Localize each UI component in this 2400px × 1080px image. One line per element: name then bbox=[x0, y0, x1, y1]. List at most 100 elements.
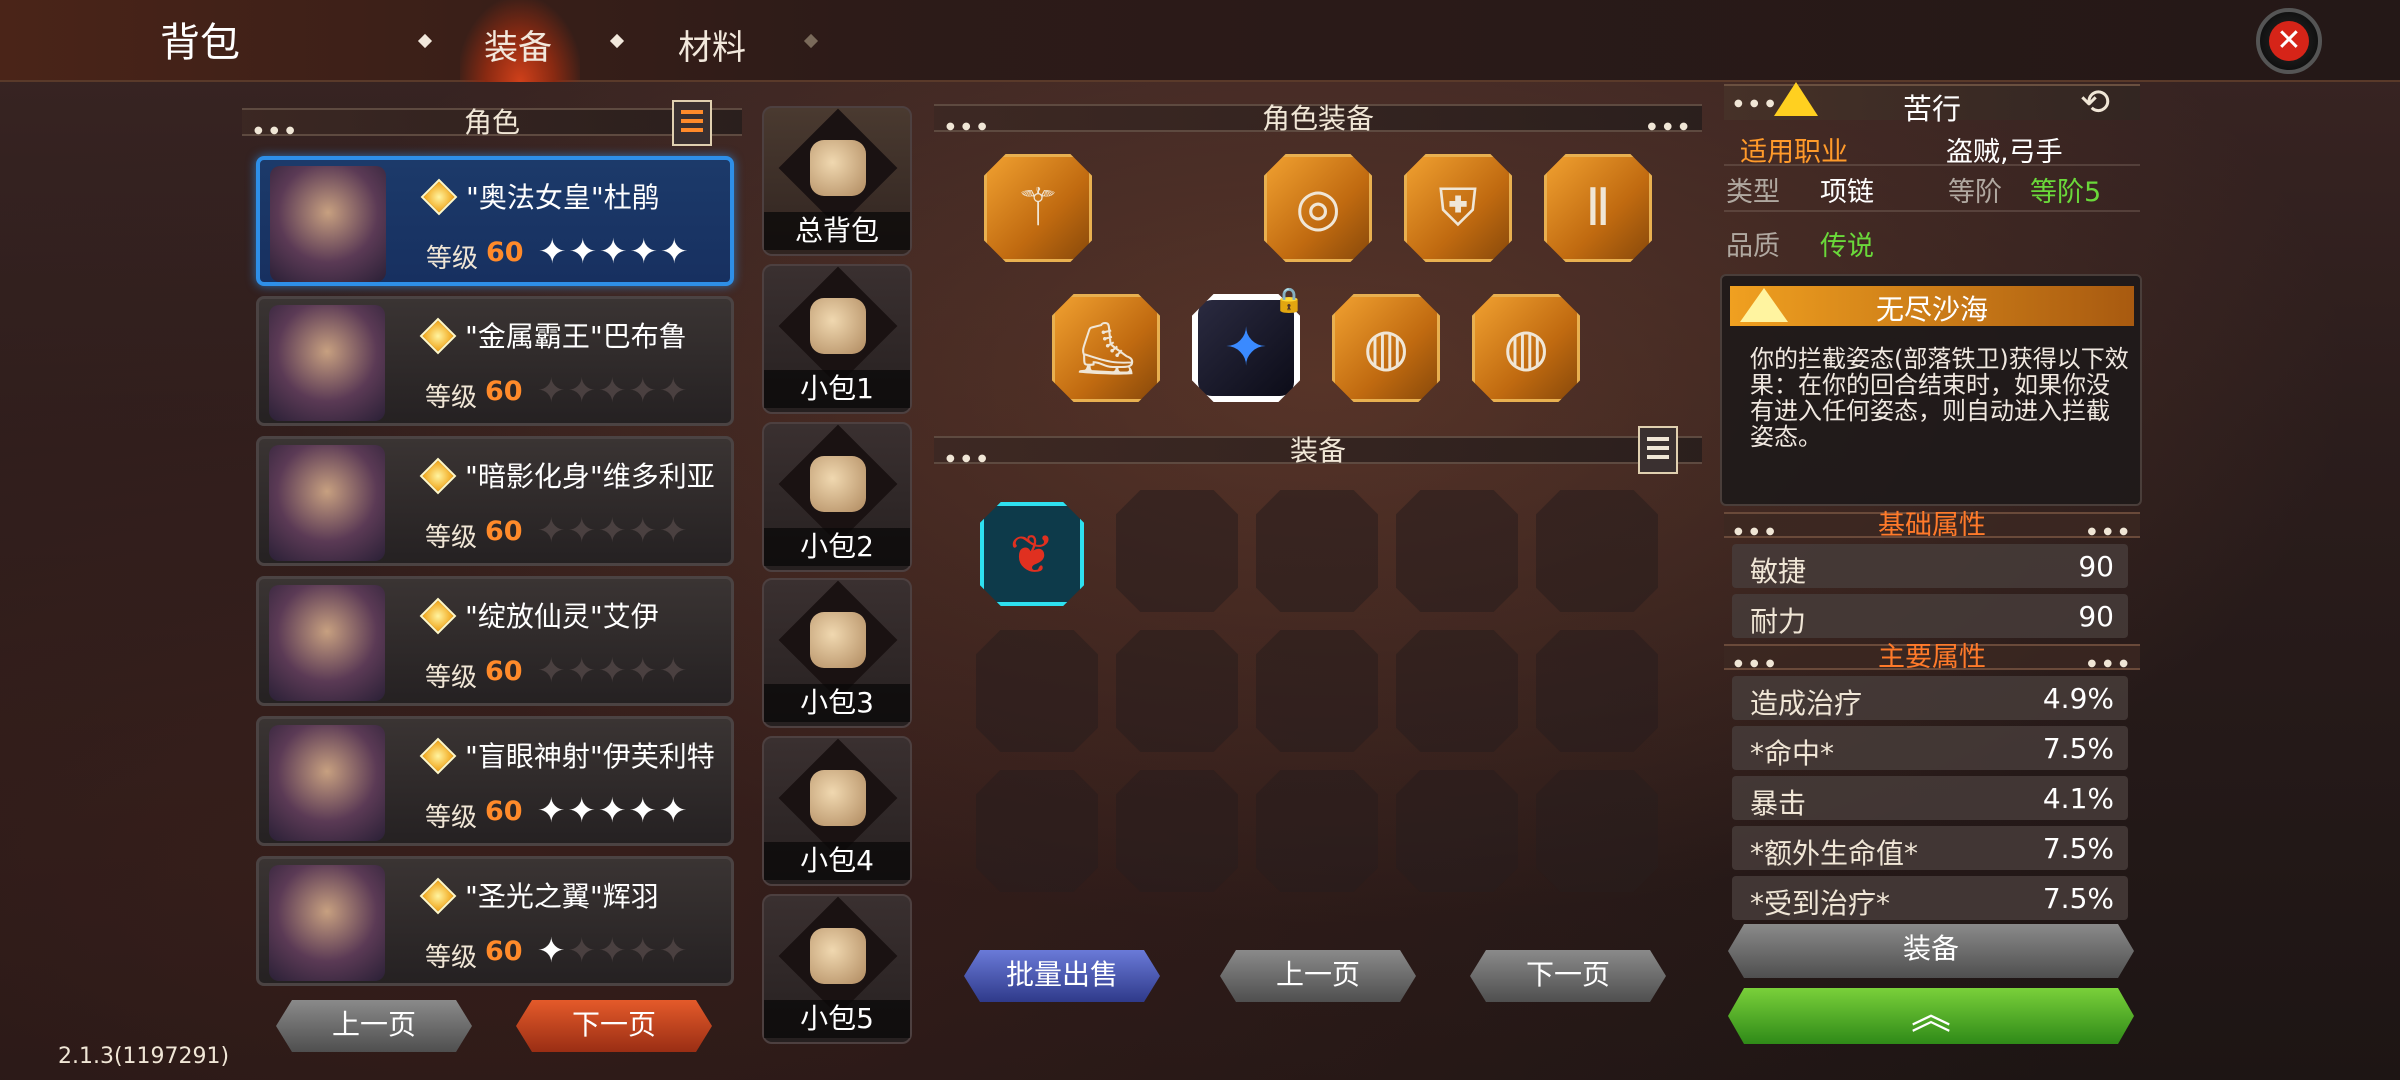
tier-label: 等阶 bbox=[1948, 177, 2002, 208]
roles-next-page-button[interactable]: 下一页 bbox=[516, 1000, 712, 1052]
equipment-slot[interactable]: ⚚ bbox=[984, 154, 1092, 262]
star-icon: ✦ bbox=[659, 511, 690, 551]
main-attributes-title: 主要属性 bbox=[1878, 642, 1986, 673]
grid-next-page-button[interactable]: 下一页 bbox=[1470, 950, 1666, 1002]
equipment-slot[interactable]: ⛸ bbox=[1052, 294, 1160, 402]
tab-equipment[interactable]: 装备 bbox=[484, 20, 552, 69]
star-icon: ✦ bbox=[598, 651, 629, 691]
attribute-name: 耐力 bbox=[1750, 605, 1807, 638]
star-icon: ✦ bbox=[537, 371, 568, 411]
character-card[interactable]: "奥法女皇"杜鹃 等级 60 ✦✦✦✦✦ bbox=[256, 156, 734, 286]
swap-icon[interactable]: ⟲ bbox=[2080, 82, 2110, 123]
star-rating: ✦✦✦✦✦ bbox=[538, 232, 691, 272]
attribute-name: *额外生命值* bbox=[1750, 837, 1919, 870]
level-label: 等级 bbox=[425, 383, 478, 413]
equip-button[interactable]: 装备 bbox=[1728, 924, 2134, 978]
bag-label: 小包4 bbox=[764, 842, 910, 880]
bag-slot[interactable]: 小包2 bbox=[762, 422, 912, 572]
equipment-slot[interactable]: ◍ bbox=[1472, 294, 1580, 402]
star-icon: ✦ bbox=[568, 232, 599, 272]
equipment-slot[interactable]: ◍ bbox=[1332, 294, 1440, 402]
inventory-cell[interactable] bbox=[1396, 630, 1518, 752]
inventory-cell[interactable] bbox=[1256, 490, 1378, 612]
attribute-name: 造成治疗 bbox=[1750, 687, 1863, 720]
character-card[interactable]: "金属霸王"巴布鲁 等级 60 ✦✦✦✦✦ bbox=[256, 296, 734, 426]
backpack-icon bbox=[778, 580, 898, 700]
bag-slot[interactable]: 小包3 bbox=[762, 578, 912, 728]
equipment-slot[interactable]: ⛨ bbox=[1404, 154, 1512, 262]
main-attributes-header: 主要属性 bbox=[1724, 642, 2140, 673]
roles-prev-page-button[interactable]: 上一页 bbox=[276, 1000, 472, 1052]
star-icon: ✦ bbox=[567, 931, 598, 971]
inventory-cell[interactable] bbox=[1116, 770, 1238, 892]
star-icon: ✦ bbox=[628, 931, 659, 971]
equipment-slot[interactable]: ◎ bbox=[1264, 154, 1372, 262]
backpack-icon bbox=[778, 896, 898, 1016]
attribute-row: 暴击 4.1% bbox=[1732, 776, 2128, 820]
inventory-cell[interactable] bbox=[1536, 490, 1658, 612]
inventory-cell[interactable] bbox=[1396, 770, 1518, 892]
tier-value: 等阶5 bbox=[2030, 177, 2102, 208]
character-name: "盲眼神射"伊芙利特 bbox=[465, 740, 715, 773]
attribute-value: 7.5% bbox=[2042, 882, 2114, 915]
inventory-cell[interactable] bbox=[1256, 630, 1378, 752]
character-level: 60 bbox=[485, 936, 523, 967]
character-level: 60 bbox=[485, 796, 523, 827]
bag-slot[interactable]: 小包5 bbox=[762, 894, 912, 1044]
top-bar bbox=[0, 0, 2400, 82]
star-icon: ✦ bbox=[660, 232, 691, 272]
inventory-cell[interactable] bbox=[1396, 490, 1518, 612]
bag-slot[interactable]: 小包4 bbox=[762, 736, 912, 886]
upgrade-button[interactable]: ︽ bbox=[1728, 988, 2134, 1044]
star-icon: ✦ bbox=[628, 511, 659, 551]
filter-icon[interactable] bbox=[672, 100, 712, 146]
attribute-value: 90 bbox=[2078, 600, 2114, 633]
grid-prev-page-button[interactable]: 上一页 bbox=[1220, 950, 1416, 1002]
inventory-cell[interactable] bbox=[1116, 490, 1238, 612]
tab-materials[interactable]: 材料 bbox=[678, 20, 746, 69]
inventory-cell[interactable] bbox=[1116, 630, 1238, 752]
equipment-slot[interactable]: Ⅱ bbox=[1544, 154, 1652, 262]
star-icon: ✦ bbox=[567, 791, 598, 831]
inventory-cell[interactable] bbox=[976, 770, 1098, 892]
character-card[interactable]: "盲眼神射"伊芙利特 等级 60 ✦✦✦✦✦ bbox=[256, 716, 734, 846]
star-icon: ✦ bbox=[628, 651, 659, 691]
lock-icon: 🔒 bbox=[1274, 286, 1304, 314]
base-attributes-header: 基础属性 bbox=[1724, 512, 2140, 539]
close-button[interactable]: ✕ bbox=[2256, 8, 2322, 74]
character-card[interactable]: "暗影化身"维多利亚 等级 60 ✦✦✦✦✦ bbox=[256, 436, 734, 566]
attribute-row: *受到治疗* 7.5% bbox=[1732, 876, 2128, 920]
inventory-item[interactable]: ❦ bbox=[980, 502, 1084, 606]
type-value: 项链 bbox=[1820, 177, 1874, 208]
bag-slot[interactable]: 小包1 bbox=[762, 264, 912, 414]
sort-icon[interactable] bbox=[1638, 426, 1678, 474]
backpack-icon bbox=[778, 266, 898, 386]
inventory-cell[interactable] bbox=[1536, 630, 1658, 752]
character-name: "暗影化身"维多利亚 bbox=[465, 460, 715, 493]
character-card[interactable]: "圣光之翼"辉羽 等级 60 ✦✦✦✦✦ bbox=[256, 856, 734, 986]
character-name: "圣光之翼"辉羽 bbox=[465, 880, 659, 913]
inventory-cell[interactable] bbox=[1536, 770, 1658, 892]
bulk-sell-button[interactable]: 批量出售 bbox=[964, 950, 1160, 1002]
star-icon: ✦ bbox=[538, 232, 569, 272]
character-name: "奥法女皇"杜鹃 bbox=[466, 181, 660, 214]
attribute-row: *命中* 7.5% bbox=[1732, 726, 2128, 770]
level-label: 等级 bbox=[425, 803, 478, 833]
effect-box: 无尽沙海 你的拦截姿态(部落铁卫)获得以下效果：在你的回合结束时，如果你没有进入… bbox=[1720, 274, 2142, 506]
rarity-diamond-icon bbox=[420, 178, 458, 216]
bag-slot[interactable]: 总背包 bbox=[762, 106, 912, 256]
attribute-value: 4.1% bbox=[2042, 782, 2114, 815]
character-equipment-title: 角色装备 bbox=[1261, 102, 1374, 135]
star-icon: ✦ bbox=[598, 791, 629, 831]
attribute-row: 敏捷 90 bbox=[1732, 544, 2128, 588]
star-icon: ✦ bbox=[537, 931, 568, 971]
inventory-cell[interactable] bbox=[976, 630, 1098, 752]
roles-title: 角色 bbox=[463, 106, 520, 139]
inventory-cell[interactable] bbox=[1256, 770, 1378, 892]
attribute-row: *额外生命值* 7.5% bbox=[1732, 826, 2128, 870]
character-portrait bbox=[269, 865, 385, 981]
character-portrait bbox=[269, 725, 385, 841]
character-card[interactable]: "绽放仙灵"艾伊 等级 60 ✦✦✦✦✦ bbox=[256, 576, 734, 706]
rarity-diamond-icon bbox=[419, 737, 457, 775]
character-portrait bbox=[269, 445, 385, 561]
